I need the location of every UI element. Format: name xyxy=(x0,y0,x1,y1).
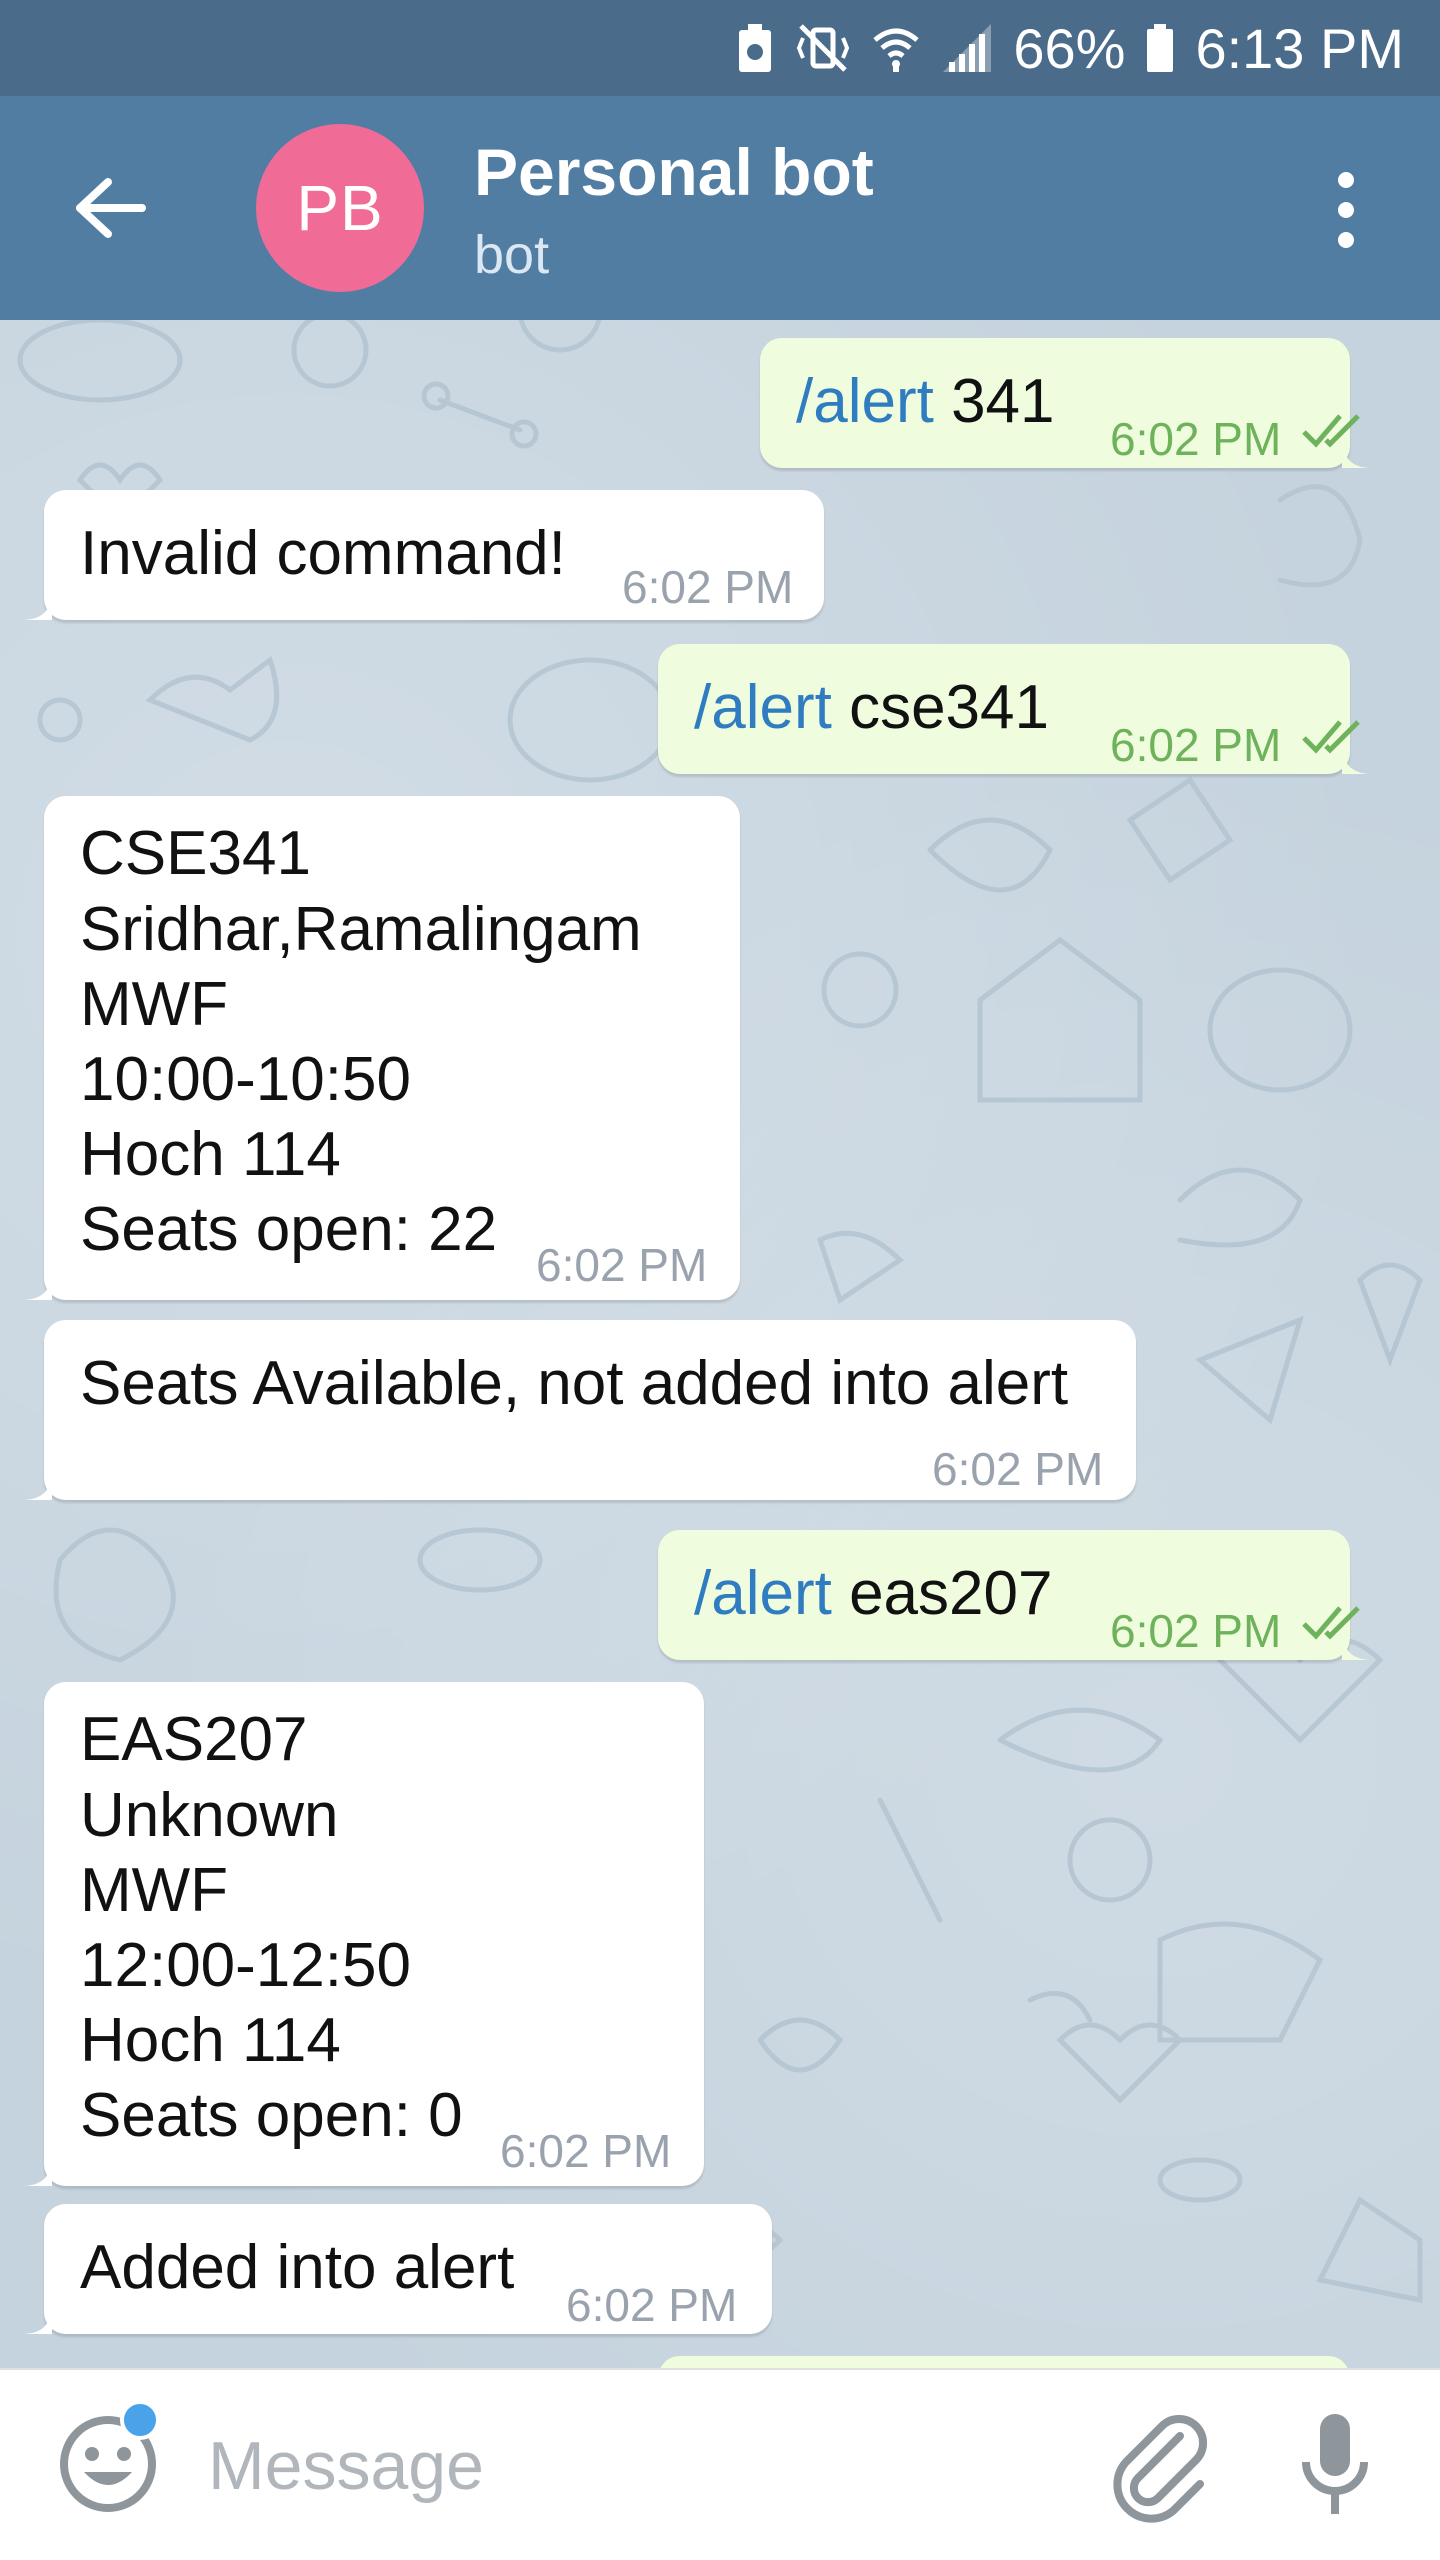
message-line: Sridhar,Ramalingam xyxy=(80,895,642,964)
message-line: Unknown xyxy=(80,1781,339,1850)
chat-area[interactable]: /alert 341 6:02 PM Invalid command! 6:02… xyxy=(0,320,1440,2368)
signal-icon xyxy=(941,22,993,74)
message-text: cse341 xyxy=(831,673,1049,742)
message-incoming[interactable]: CSE341 Sridhar,Ramalingam MWF 10:00-10:5… xyxy=(22,796,740,1300)
message-time: 6:02 PM xyxy=(622,561,794,613)
message-time: 6:02 PM xyxy=(1110,1605,1282,1657)
message-incoming[interactable]: Invalid command! 6:02 PM xyxy=(22,490,824,620)
message-line: EAS207 xyxy=(80,1705,308,1774)
status-time: 6:13 PM xyxy=(1195,16,1404,80)
message-incoming[interactable]: Seats Available, not added into alert 6:… xyxy=(22,1320,1136,1500)
message-composer xyxy=(0,2368,1440,2560)
message-time: 6:02 PM xyxy=(932,1443,1104,1495)
message-line: Hoch 114 xyxy=(80,2006,341,2075)
message-time: 6:02 PM xyxy=(1110,719,1282,771)
message-incoming[interactable]: EAS207 Unknown MWF 12:00-12:50 Hoch 114 … xyxy=(22,1682,704,2186)
chat-header: PB Personal bot bot xyxy=(0,96,1440,320)
message-line: Seats open: 0 xyxy=(80,2081,463,2150)
message-line: MWF xyxy=(80,1856,229,1925)
message-line: CSE341 xyxy=(80,819,311,888)
battery-saver-icon xyxy=(735,22,775,74)
message-outgoing[interactable]: /alert 341 6:02 PM xyxy=(760,338,1372,468)
message-line: Seats open: 22 xyxy=(80,1195,498,1264)
bot-command-link[interactable]: /alert xyxy=(694,673,832,742)
message-incoming[interactable]: Added into alert 6:02 PM xyxy=(22,2204,772,2334)
back-button[interactable] xyxy=(70,168,150,248)
chat-subtitle: bot xyxy=(474,225,550,285)
avatar[interactable]: PB xyxy=(256,124,424,292)
microphone-icon xyxy=(1302,2414,1368,2514)
bot-command-link[interactable]: /alert xyxy=(694,1559,832,1628)
message-line: MWF xyxy=(80,970,229,1039)
back-arrow-icon xyxy=(76,178,146,238)
message-input[interactable] xyxy=(208,2418,1028,2514)
vibrate-mute-icon xyxy=(795,22,851,74)
attach-button[interactable] xyxy=(1100,2406,1220,2526)
microphone-button[interactable] xyxy=(1290,2406,1380,2526)
bot-command-link[interactable]: /alert xyxy=(796,367,934,436)
message-line: Hoch 114 xyxy=(80,1120,341,1189)
battery-percent: 66% xyxy=(1013,16,1126,80)
message-text: Seats Available, not added into alert xyxy=(80,1349,1069,1418)
status-bar: 66% 6:13 PM xyxy=(0,0,1440,96)
message-text: Added into alert xyxy=(80,2233,515,2302)
message-outgoing[interactable]: /alert cse341 6:02 PM xyxy=(658,644,1372,774)
message-line: 12:00-12:50 xyxy=(80,1931,411,2000)
message-line: 10:00-10:50 xyxy=(80,1045,411,1114)
more-options-button[interactable] xyxy=(1316,172,1376,248)
message-time: 6:02 PM xyxy=(536,1239,708,1291)
message-time: 6:02 PM xyxy=(500,2125,672,2177)
more-vert-icon xyxy=(1338,172,1354,188)
notification-dot xyxy=(120,2400,160,2440)
chat-title[interactable]: Personal bot xyxy=(474,134,874,210)
message-time: 6:02 PM xyxy=(1110,413,1282,465)
paperclip-icon xyxy=(1113,2414,1208,2523)
message-outgoing[interactable]: /alert eas207 6:02 PM xyxy=(658,1530,1372,1660)
message-text: Invalid command! xyxy=(80,519,566,588)
message-text: eas207 xyxy=(831,1559,1053,1628)
wifi-icon xyxy=(871,22,921,74)
battery-icon xyxy=(1145,22,1175,74)
message-text: 341 xyxy=(933,367,1055,436)
message-time: 6:02 PM xyxy=(566,2279,738,2331)
message-outgoing-partial[interactable] xyxy=(658,2356,1350,2368)
